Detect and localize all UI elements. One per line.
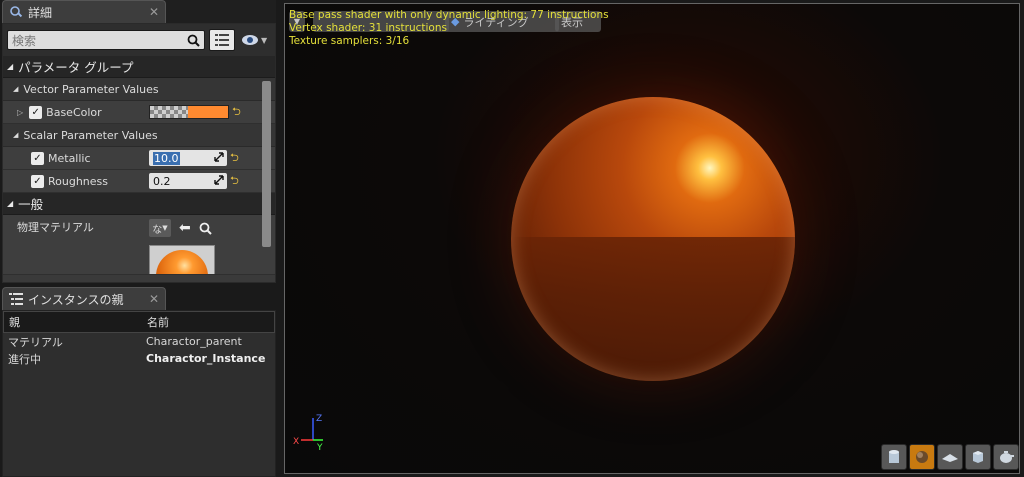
cube-preview-button[interactable] bbox=[965, 444, 991, 470]
sphere-icon bbox=[916, 451, 928, 463]
expand-arrow-icon[interactable]: ▷ bbox=[17, 108, 23, 117]
chevron-down-icon: ▼ bbox=[162, 224, 168, 232]
dropdown-text: な bbox=[152, 224, 163, 236]
details-panel: 詳細 ✕ 検索 ▼ ◢ パラメータ グループ ◢ Vector Paramete… bbox=[2, 0, 276, 283]
search-input[interactable]: 検索 bbox=[7, 30, 205, 50]
instance-parents-panel: インスタンスの親 ✕ 親 名前 マテリアル Charactor_parent 進… bbox=[2, 287, 276, 477]
metallic-label: Metallic bbox=[48, 151, 91, 165]
axis-z-label: Z bbox=[316, 414, 322, 424]
reset-icon[interactable]: ⮌ bbox=[230, 172, 239, 191]
phys-material-dropdown[interactable]: な ▼ bbox=[149, 219, 171, 237]
reset-icon[interactable]: ⮌ bbox=[232, 103, 241, 122]
metallic-row: ✓ Metallic 10.0 ⮌ bbox=[3, 147, 275, 170]
collapse-arrow-icon: ◢ bbox=[13, 85, 19, 93]
shader-stats-line: Texture samplers: 3/16 bbox=[289, 35, 410, 47]
cube-icon bbox=[973, 451, 983, 463]
roughness-label: Roughness bbox=[48, 174, 109, 188]
collapse-arrow-icon: ◢ bbox=[13, 131, 19, 139]
base-color-row: ▷ ✓ BaseColor ⮌ bbox=[3, 101, 275, 124]
vector-params-label: Vector Parameter Values bbox=[23, 82, 159, 96]
details-icon bbox=[9, 5, 23, 19]
row-parent: 進行中 bbox=[8, 352, 41, 366]
sphere-rim bbox=[511, 97, 795, 381]
custom-mesh-preview-button[interactable] bbox=[993, 444, 1019, 470]
details-tab[interactable]: 詳細 ✕ bbox=[2, 0, 166, 23]
viewport[interactable]: ▼ ◆ ライティング 表示 Base pass shader with only… bbox=[284, 3, 1020, 474]
table-row[interactable]: マテリアル Charactor_parent bbox=[3, 333, 275, 350]
base-color-label: BaseColor bbox=[46, 105, 102, 119]
thumbnail-sphere bbox=[156, 250, 208, 274]
metallic-value: 10.0 bbox=[153, 151, 180, 165]
details-scrollbar[interactable] bbox=[262, 81, 271, 247]
search-placeholder: 検索 bbox=[12, 33, 37, 48]
roughness-row: ✓ Roughness 0.2 ⮌ bbox=[3, 170, 275, 193]
teapot-icon bbox=[1000, 451, 1014, 463]
category-general[interactable]: ◢ 一般 bbox=[3, 193, 275, 215]
parents-tab-label: インスタンスの親 bbox=[28, 292, 124, 307]
drag-arrows-icon bbox=[214, 152, 224, 162]
sphere-preview-button[interactable] bbox=[909, 444, 935, 470]
color-preview bbox=[188, 106, 228, 118]
material-thumbnail[interactable] bbox=[149, 245, 215, 274]
category-parameter-groups[interactable]: ◢ パラメータ グループ bbox=[3, 56, 275, 78]
plane-preview-button[interactable] bbox=[937, 444, 963, 470]
search-icon bbox=[187, 34, 200, 47]
reset-icon[interactable]: ⮌ bbox=[230, 149, 239, 168]
column-name[interactable]: 名前 bbox=[143, 314, 274, 330]
cylinder-icon bbox=[889, 450, 899, 463]
parents-table: 親 名前 マテリアル Charactor_parent 進行中 Characto… bbox=[2, 310, 276, 477]
phys-material-label: 物理マテリアル bbox=[17, 221, 94, 234]
row-name: Charactor_Instance bbox=[146, 352, 266, 365]
arrow-left-icon[interactable]: ⬅ bbox=[179, 220, 191, 236]
list-view-button[interactable] bbox=[209, 29, 235, 51]
search-icon[interactable] bbox=[199, 222, 212, 235]
parents-tab[interactable]: インスタンスの親 ✕ bbox=[2, 287, 166, 310]
metallic-checkbox[interactable]: ✓ bbox=[31, 151, 44, 165]
axis-gizmo-icon: Z X Y bbox=[293, 414, 323, 452]
scalar-params-header[interactable]: ◢ Scalar Parameter Values bbox=[3, 124, 275, 147]
plane-icon bbox=[942, 454, 958, 462]
cylinder-preview-button[interactable] bbox=[881, 444, 907, 470]
vector-params-header[interactable]: ◢ Vector Parameter Values bbox=[3, 78, 275, 101]
hierarchy-icon bbox=[9, 292, 23, 306]
axis-x-label: X bbox=[293, 437, 299, 447]
category-label: 一般 bbox=[18, 197, 44, 212]
collapse-arrow-icon: ◢ bbox=[7, 62, 14, 71]
row-parent: マテリアル bbox=[8, 335, 63, 349]
close-icon[interactable]: ✕ bbox=[149, 292, 159, 306]
shader-stats-line: Vertex shader: 31 instructions bbox=[289, 22, 447, 34]
base-color-swatch[interactable] bbox=[149, 105, 229, 119]
roughness-checkbox[interactable]: ✓ bbox=[31, 174, 44, 188]
roughness-value: 0.2 bbox=[153, 174, 171, 188]
alpha-checker bbox=[150, 106, 188, 118]
close-icon[interactable]: ✕ bbox=[149, 5, 159, 19]
visibility-dropdown[interactable]: ▼ bbox=[241, 34, 267, 46]
collapse-arrow-icon: ◢ bbox=[7, 199, 14, 208]
table-header: 親 名前 bbox=[3, 311, 275, 333]
scalar-params-label: Scalar Parameter Values bbox=[23, 128, 158, 142]
column-parent[interactable]: 親 bbox=[4, 314, 143, 330]
list-icon bbox=[215, 34, 229, 46]
base-color-checkbox[interactable]: ✓ bbox=[29, 105, 43, 119]
phys-material-row: 物理マテリアル な ▼ ⬅ bbox=[3, 215, 275, 275]
eye-icon bbox=[242, 35, 258, 45]
axis-y-label: Y bbox=[316, 443, 323, 452]
category-label: パラメータ グループ bbox=[18, 60, 134, 75]
table-row[interactable]: 進行中 Charactor_Instance bbox=[3, 350, 275, 367]
metallic-input[interactable]: 10.0 bbox=[149, 150, 227, 166]
chevron-down-icon: ▼ bbox=[261, 35, 268, 45]
details-tab-label: 詳細 bbox=[28, 5, 53, 20]
row-name: Charactor_parent bbox=[146, 335, 242, 348]
drag-arrows-icon bbox=[214, 175, 224, 185]
roughness-input[interactable]: 0.2 bbox=[149, 173, 227, 189]
shader-stats-line: Base pass shader with only dynamic light… bbox=[289, 9, 609, 21]
material-preview-sphere bbox=[511, 97, 795, 381]
